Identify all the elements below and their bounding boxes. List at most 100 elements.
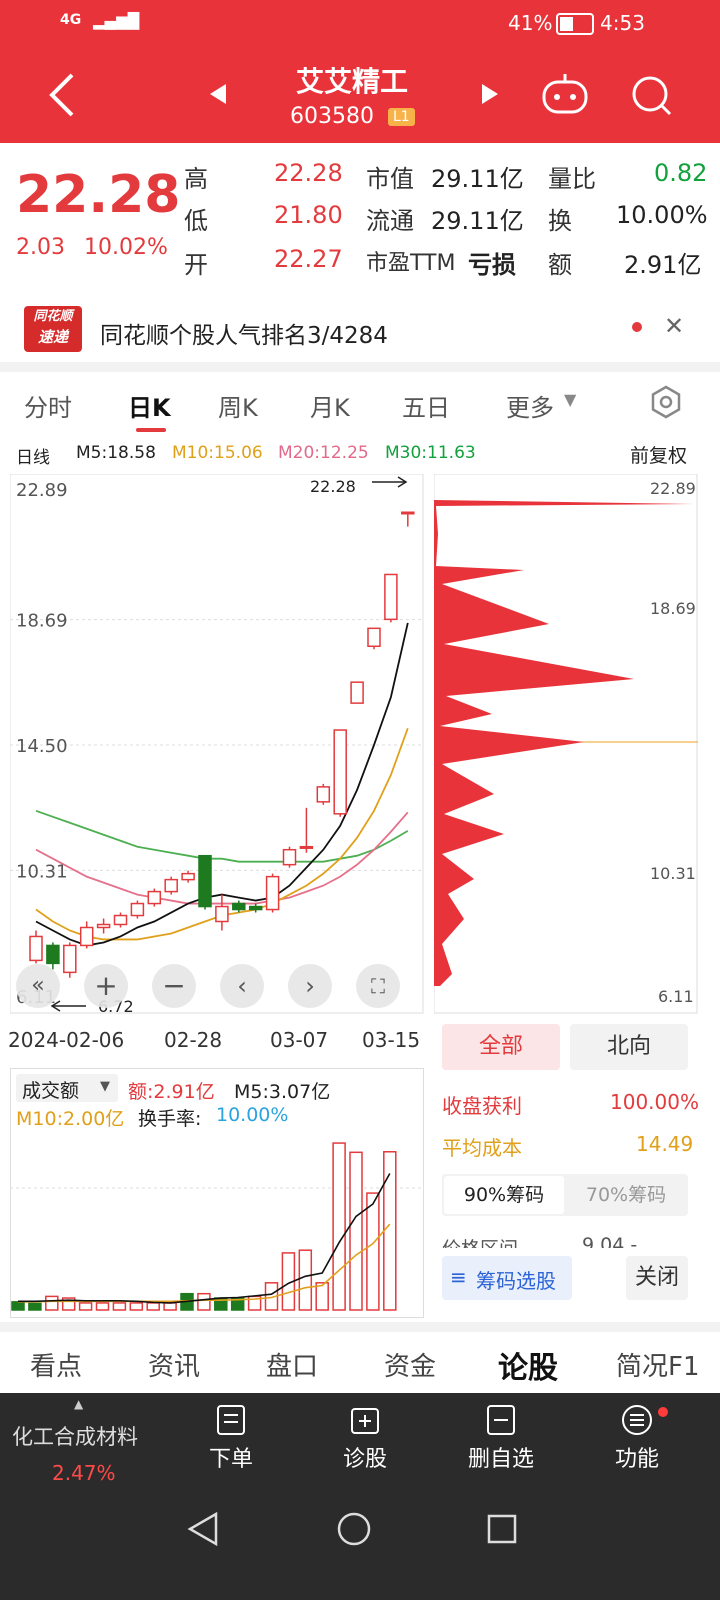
tab-capital-flow[interactable]: 资金 bbox=[384, 1346, 436, 1383]
y-tick-label: 10.31 bbox=[16, 861, 68, 882]
diagnose-button[interactable]: 诊股 bbox=[330, 1403, 400, 1483]
order-label: 下单 bbox=[208, 1447, 253, 1472]
back-icon[interactable] bbox=[46, 72, 76, 118]
next-stock-icon[interactable] bbox=[480, 82, 500, 106]
chip-tab-north[interactable]: 北向 bbox=[570, 1024, 688, 1070]
remove-icon bbox=[487, 1405, 515, 1435]
nav-back-icon[interactable] bbox=[186, 1511, 220, 1547]
fullscreen-icon[interactable]: ⛶ bbox=[356, 964, 400, 1008]
sector-name[interactable]: 化工合成材料 bbox=[12, 1421, 138, 1451]
tab-order-book[interactable]: 盘口 bbox=[266, 1346, 318, 1383]
rewind-icon[interactable]: « bbox=[16, 964, 60, 1008]
volume-bar bbox=[146, 1302, 160, 1311]
chip-select-button[interactable]: ≡ 筹码选股 bbox=[442, 1256, 572, 1300]
turnover-value: 10.00% bbox=[616, 201, 708, 229]
amount-value: 2.91亿 bbox=[624, 251, 702, 279]
chip-90-tab[interactable]: 90%筹码 bbox=[444, 1176, 564, 1214]
x-tick: 03-07 bbox=[270, 1028, 329, 1052]
indicator-selector[interactable]: 成交额 ▼ bbox=[16, 1074, 118, 1102]
search-icon[interactable] bbox=[630, 74, 674, 118]
avg-cost-value: 14.49 bbox=[636, 1132, 694, 1156]
volume-ratio-value: 0.82 bbox=[654, 159, 708, 187]
tab-news[interactable]: 资讯 bbox=[148, 1346, 200, 1383]
level-badge: L1 bbox=[388, 108, 415, 126]
chip-distribution-chart[interactable]: 22.89 18.69 10.31 6.11 bbox=[434, 474, 698, 1014]
x-tick: 02-28 bbox=[164, 1028, 223, 1052]
functions-button[interactable]: 功能 bbox=[602, 1403, 672, 1483]
tab-weekly-k[interactable]: 周K bbox=[218, 388, 258, 423]
banner-text: 同花顺个股人气排名3/4284 bbox=[100, 323, 388, 349]
order-button[interactable]: 下单 bbox=[196, 1403, 266, 1483]
volume-ratio-label: 量比 bbox=[548, 165, 596, 193]
chip-price-top: 22.89 bbox=[650, 479, 696, 498]
candle bbox=[367, 627, 381, 648]
notification-dot bbox=[658, 1407, 668, 1417]
tab-discussion[interactable]: 论股 bbox=[498, 1343, 558, 1387]
settings-icon[interactable] bbox=[648, 384, 684, 420]
ma-legend: 日线 M5:18.58 M10:15.06 M20:12.25 M30:11.6… bbox=[0, 440, 720, 470]
volume-bar bbox=[197, 1292, 211, 1311]
open-value: 22.27 bbox=[274, 245, 343, 273]
candle bbox=[350, 681, 364, 704]
market-cap-value: 29.11亿 bbox=[431, 165, 524, 193]
candle bbox=[79, 926, 94, 947]
network-indicator: 4G bbox=[60, 12, 82, 28]
chip-close-button[interactable]: 关闭 bbox=[626, 1256, 688, 1300]
tab-highlights[interactable]: 看点 bbox=[30, 1346, 82, 1383]
volume-bar bbox=[28, 1302, 42, 1311]
y-tick-label: 22.89 bbox=[16, 480, 68, 501]
float-cap-value: 29.11亿 bbox=[431, 207, 524, 235]
adjust-mode[interactable]: 前复权 bbox=[630, 441, 687, 468]
quote-panel: 22.28 2.03 10.02% 高 22.28 低 21.80 开 22.2… bbox=[0, 143, 720, 293]
zoom-out-icon[interactable]: − bbox=[152, 964, 196, 1008]
indicator-name: 成交额 bbox=[22, 1080, 80, 1102]
candle bbox=[198, 854, 212, 908]
volume-chart[interactable] bbox=[10, 1130, 424, 1314]
stock-name: 艾艾精工 bbox=[296, 65, 409, 98]
tab-more[interactable]: 更多 bbox=[506, 388, 554, 423]
chip-distribution-shape bbox=[434, 500, 694, 986]
tab-daily-k[interactable]: 日K bbox=[128, 388, 171, 423]
chevron-down-icon: ▼ bbox=[100, 1079, 110, 1094]
candle bbox=[265, 875, 280, 911]
sector-change: 2.47% bbox=[52, 1461, 116, 1485]
chip-70-tab[interactable]: 70%筹码 bbox=[566, 1176, 686, 1214]
chip-price-low: 10.31 bbox=[650, 864, 696, 883]
chevron-left-icon[interactable]: ‹ bbox=[220, 964, 264, 1008]
order-icon bbox=[217, 1405, 245, 1435]
chip-price-mid: 18.69 bbox=[650, 599, 696, 618]
nav-home-icon[interactable] bbox=[336, 1511, 372, 1547]
tab-monthly-k[interactable]: 月K bbox=[310, 388, 350, 423]
volume-amount: 额:2.91亿 bbox=[128, 1081, 215, 1103]
kline-chart[interactable]: 22.8918.6914.5010.316.11 22.28 6.72 bbox=[10, 474, 424, 1014]
tab-intraday[interactable]: 分时 bbox=[24, 388, 72, 423]
pe-value: 亏损 bbox=[468, 251, 516, 279]
logo-line2: 速递 bbox=[37, 328, 68, 346]
price-change: 2.03 bbox=[16, 235, 65, 260]
tab-five-day[interactable]: 五日 bbox=[402, 388, 450, 423]
price-range-value: 9.04 - 22.14 bbox=[582, 1234, 638, 1248]
chevron-down-icon: ▼ bbox=[564, 390, 577, 409]
zoom-in-icon[interactable]: + bbox=[84, 964, 128, 1008]
popularity-banner[interactable]: 同花顺 速递 同花顺个股人气排名3/4284 ✕ bbox=[0, 298, 720, 362]
last-price: 22.28 bbox=[16, 165, 181, 225]
chart-controls: « + − ‹ › ⛶ bbox=[16, 964, 416, 1010]
logo-line1: 同花顺 bbox=[33, 309, 73, 324]
nav-recents-icon[interactable] bbox=[486, 1513, 518, 1545]
chevron-right-icon[interactable]: › bbox=[288, 964, 332, 1008]
robot-assistant-icon[interactable] bbox=[540, 72, 590, 116]
price-range-row: 价格区间 9.04 - 22.14 bbox=[442, 1228, 688, 1248]
candle bbox=[333, 729, 347, 815]
chevron-up-icon[interactable]: ▲ bbox=[74, 1397, 83, 1411]
remove-watchlist-button[interactable]: 删自选 bbox=[458, 1403, 544, 1483]
volume-bar bbox=[45, 1295, 59, 1311]
chip-tab-all[interactable]: 全部 bbox=[442, 1024, 560, 1070]
close-icon[interactable]: ✕ bbox=[664, 312, 684, 340]
prev-stock-icon[interactable] bbox=[208, 82, 228, 106]
volume-bar bbox=[112, 1302, 127, 1311]
section-divider bbox=[0, 1322, 720, 1332]
tab-profile[interactable]: 简况F1 bbox=[616, 1346, 700, 1383]
x-tick: 2024-02-06 bbox=[8, 1028, 125, 1052]
turnover-label: 换 bbox=[548, 207, 572, 235]
candle bbox=[96, 923, 111, 929]
